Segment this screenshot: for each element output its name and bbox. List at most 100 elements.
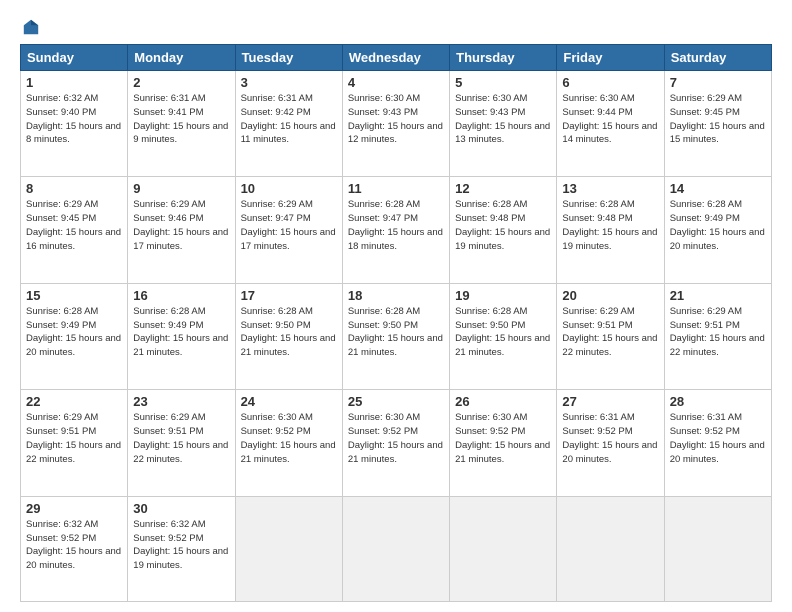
day-number: 21 [670,288,766,303]
day-info: Sunrise: 6:28 AM Sunset: 9:47 PM Dayligh… [348,198,444,253]
day-cell: 14 Sunrise: 6:28 AM Sunset: 9:49 PM Dayl… [664,177,771,283]
day-info: Sunrise: 6:31 AM Sunset: 9:41 PM Dayligh… [133,92,229,147]
day-info: Sunrise: 6:28 AM Sunset: 9:48 PM Dayligh… [562,198,658,253]
day-cell: 19 Sunrise: 6:28 AM Sunset: 9:50 PM Dayl… [450,283,557,389]
day-info: Sunrise: 6:30 AM Sunset: 9:52 PM Dayligh… [241,411,337,466]
calendar-row: 22 Sunrise: 6:29 AM Sunset: 9:51 PM Dayl… [21,390,772,496]
day-info: Sunrise: 6:29 AM Sunset: 9:47 PM Dayligh… [241,198,337,253]
day-cell: 12 Sunrise: 6:28 AM Sunset: 9:48 PM Dayl… [450,177,557,283]
day-info: Sunrise: 6:28 AM Sunset: 9:50 PM Dayligh… [241,305,337,360]
empty-cell [664,496,771,601]
day-cell: 28 Sunrise: 6:31 AM Sunset: 9:52 PM Dayl… [664,390,771,496]
day-info: Sunrise: 6:29 AM Sunset: 9:46 PM Dayligh… [133,198,229,253]
day-number: 5 [455,75,551,90]
day-number: 26 [455,394,551,409]
day-number: 16 [133,288,229,303]
day-info: Sunrise: 6:31 AM Sunset: 9:52 PM Dayligh… [670,411,766,466]
day-info: Sunrise: 6:30 AM Sunset: 9:52 PM Dayligh… [455,411,551,466]
day-info: Sunrise: 6:29 AM Sunset: 9:51 PM Dayligh… [26,411,122,466]
day-info: Sunrise: 6:29 AM Sunset: 9:51 PM Dayligh… [670,305,766,360]
empty-cell [557,496,664,601]
calendar-header-row: Sunday Monday Tuesday Wednesday Thursday… [21,45,772,71]
header-friday: Friday [557,45,664,71]
day-number: 27 [562,394,658,409]
day-number: 6 [562,75,658,90]
day-cell: 25 Sunrise: 6:30 AM Sunset: 9:52 PM Dayl… [342,390,449,496]
day-info: Sunrise: 6:28 AM Sunset: 9:50 PM Dayligh… [455,305,551,360]
day-number: 15 [26,288,122,303]
empty-cell [450,496,557,601]
logo [20,18,40,36]
empty-cell [342,496,449,601]
day-info: Sunrise: 6:29 AM Sunset: 9:51 PM Dayligh… [562,305,658,360]
day-cell: 15 Sunrise: 6:28 AM Sunset: 9:49 PM Dayl… [21,283,128,389]
day-info: Sunrise: 6:30 AM Sunset: 9:43 PM Dayligh… [348,92,444,147]
header-tuesday: Tuesday [235,45,342,71]
day-cell: 10 Sunrise: 6:29 AM Sunset: 9:47 PM Dayl… [235,177,342,283]
day-cell: 4 Sunrise: 6:30 AM Sunset: 9:43 PM Dayli… [342,71,449,177]
day-cell: 24 Sunrise: 6:30 AM Sunset: 9:52 PM Dayl… [235,390,342,496]
header [20,18,772,36]
day-cell: 20 Sunrise: 6:29 AM Sunset: 9:51 PM Dayl… [557,283,664,389]
day-number: 4 [348,75,444,90]
empty-cell [235,496,342,601]
day-info: Sunrise: 6:32 AM Sunset: 9:52 PM Dayligh… [26,518,122,573]
day-cell: 6 Sunrise: 6:30 AM Sunset: 9:44 PM Dayli… [557,71,664,177]
day-number: 10 [241,181,337,196]
day-info: Sunrise: 6:31 AM Sunset: 9:42 PM Dayligh… [241,92,337,147]
day-cell: 18 Sunrise: 6:28 AM Sunset: 9:50 PM Dayl… [342,283,449,389]
day-info: Sunrise: 6:32 AM Sunset: 9:40 PM Dayligh… [26,92,122,147]
day-cell: 23 Sunrise: 6:29 AM Sunset: 9:51 PM Dayl… [128,390,235,496]
day-cell: 5 Sunrise: 6:30 AM Sunset: 9:43 PM Dayli… [450,71,557,177]
day-number: 22 [26,394,122,409]
day-number: 29 [26,501,122,516]
calendar-row: 29 Sunrise: 6:32 AM Sunset: 9:52 PM Dayl… [21,496,772,601]
header-sunday: Sunday [21,45,128,71]
day-number: 24 [241,394,337,409]
day-info: Sunrise: 6:30 AM Sunset: 9:52 PM Dayligh… [348,411,444,466]
day-cell: 21 Sunrise: 6:29 AM Sunset: 9:51 PM Dayl… [664,283,771,389]
day-number: 9 [133,181,229,196]
day-info: Sunrise: 6:28 AM Sunset: 9:49 PM Dayligh… [26,305,122,360]
day-number: 1 [26,75,122,90]
day-number: 8 [26,181,122,196]
calendar-row: 15 Sunrise: 6:28 AM Sunset: 9:49 PM Dayl… [21,283,772,389]
day-info: Sunrise: 6:30 AM Sunset: 9:44 PM Dayligh… [562,92,658,147]
day-info: Sunrise: 6:31 AM Sunset: 9:52 PM Dayligh… [562,411,658,466]
calendar-row: 1 Sunrise: 6:32 AM Sunset: 9:40 PM Dayli… [21,71,772,177]
day-info: Sunrise: 6:29 AM Sunset: 9:51 PM Dayligh… [133,411,229,466]
day-number: 25 [348,394,444,409]
header-monday: Monday [128,45,235,71]
day-cell: 3 Sunrise: 6:31 AM Sunset: 9:42 PM Dayli… [235,71,342,177]
day-info: Sunrise: 6:32 AM Sunset: 9:52 PM Dayligh… [133,518,229,573]
header-thursday: Thursday [450,45,557,71]
day-number: 7 [670,75,766,90]
day-cell: 7 Sunrise: 6:29 AM Sunset: 9:45 PM Dayli… [664,71,771,177]
day-info: Sunrise: 6:29 AM Sunset: 9:45 PM Dayligh… [26,198,122,253]
day-cell: 13 Sunrise: 6:28 AM Sunset: 9:48 PM Dayl… [557,177,664,283]
day-cell: 29 Sunrise: 6:32 AM Sunset: 9:52 PM Dayl… [21,496,128,601]
day-cell: 2 Sunrise: 6:31 AM Sunset: 9:41 PM Dayli… [128,71,235,177]
day-cell: 22 Sunrise: 6:29 AM Sunset: 9:51 PM Dayl… [21,390,128,496]
day-number: 23 [133,394,229,409]
day-cell: 27 Sunrise: 6:31 AM Sunset: 9:52 PM Dayl… [557,390,664,496]
day-number: 28 [670,394,766,409]
day-number: 17 [241,288,337,303]
day-cell: 17 Sunrise: 6:28 AM Sunset: 9:50 PM Dayl… [235,283,342,389]
day-cell: 30 Sunrise: 6:32 AM Sunset: 9:52 PM Dayl… [128,496,235,601]
header-saturday: Saturday [664,45,771,71]
day-cell: 8 Sunrise: 6:29 AM Sunset: 9:45 PM Dayli… [21,177,128,283]
day-number: 12 [455,181,551,196]
day-cell: 1 Sunrise: 6:32 AM Sunset: 9:40 PM Dayli… [21,71,128,177]
day-number: 2 [133,75,229,90]
day-cell: 9 Sunrise: 6:29 AM Sunset: 9:46 PM Dayli… [128,177,235,283]
day-number: 30 [133,501,229,516]
calendar-row: 8 Sunrise: 6:29 AM Sunset: 9:45 PM Dayli… [21,177,772,283]
day-info: Sunrise: 6:28 AM Sunset: 9:49 PM Dayligh… [670,198,766,253]
day-info: Sunrise: 6:30 AM Sunset: 9:43 PM Dayligh… [455,92,551,147]
day-info: Sunrise: 6:29 AM Sunset: 9:45 PM Dayligh… [670,92,766,147]
header-wednesday: Wednesday [342,45,449,71]
day-cell: 16 Sunrise: 6:28 AM Sunset: 9:49 PM Dayl… [128,283,235,389]
day-number: 14 [670,181,766,196]
page: Sunday Monday Tuesday Wednesday Thursday… [0,0,792,612]
